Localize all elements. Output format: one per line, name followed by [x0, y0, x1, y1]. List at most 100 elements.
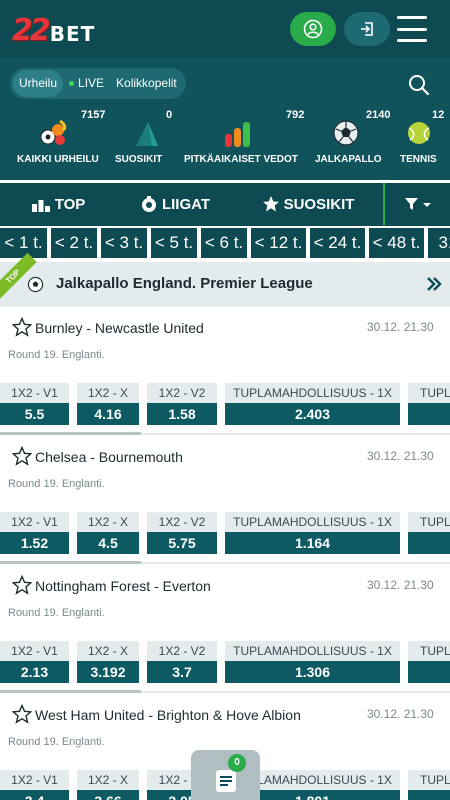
odds-button[interactable]: TUPL — [408, 641, 450, 683]
sport-all[interactable]: 7157 KAIKKI URHEILU — [0, 106, 110, 176]
league-header[interactable]: TOP Jalkapallo England. Premier League — [0, 252, 450, 307]
leagues-icon — [141, 196, 156, 212]
odds-label: 1X2 - V1 — [0, 770, 69, 790]
odds-value: 3.4 — [0, 790, 69, 800]
sport-navigation: Urheilu LIVE Kolikkopelit 7157 KAIKKI UR… — [0, 58, 450, 180]
time-filter-1h[interactable]: < 1 t. — [0, 228, 47, 258]
odds-button[interactable]: 1X2 - X 4.16 — [77, 383, 139, 425]
mode-live-label: LIVE — [78, 76, 105, 90]
mode-sports[interactable]: Urheilu — [13, 70, 64, 97]
football-icon — [27, 276, 44, 293]
league-name: Jalkapallo England. Premier League — [56, 275, 313, 292]
odds-label: TUPLAMAHDOLLISUUS - 1X — [225, 641, 400, 661]
odds-button[interactable]: 1X2 - V13.4 — [0, 770, 69, 800]
odds-button[interactable]: 1X2 - X 3.192 — [77, 641, 139, 683]
event-date: 30.12. 21.30 — [367, 707, 434, 721]
tab-label: TOP — [54, 195, 86, 213]
sport-long-term[interactable]: 792 PITKÄAIKAISET VEDOT — [180, 106, 305, 176]
sport-tennis[interactable]: 12 TENNIS — [390, 106, 450, 176]
odds-button[interactable]: 1X2 - V1 1.52 — [0, 512, 69, 554]
star-outline-icon[interactable] — [12, 704, 32, 724]
tab-favorites[interactable]: SUOSIKIT — [258, 183, 358, 225]
sport-label: JALKAPALLO — [315, 154, 382, 165]
menu-line — [397, 16, 427, 19]
menu-line — [397, 27, 427, 31]
star-outline-icon[interactable] — [12, 575, 32, 595]
event-teams[interactable]: Burnley - Newcastle United — [35, 320, 204, 336]
event-row[interactable]: Nottingham Forest - Everton 30.12. 21.30… — [0, 565, 450, 693]
odds-button[interactable]: TUPLAMAHDOLLISUUS - 1X 1.306 — [225, 641, 400, 683]
odds-label: 1X2 - X — [77, 512, 139, 532]
time-filter-3h[interactable]: < 3 t. — [101, 228, 147, 258]
event-date: 30.12. 21.30 — [367, 578, 434, 592]
odds-label: TUPLAMAHDOLLISUUS - 1X — [225, 383, 400, 403]
football-icon — [333, 120, 359, 146]
event-row[interactable]: Burnley - Newcastle United 30.12. 21.30 … — [0, 307, 450, 435]
time-filter-31[interactable]: 31 — [428, 228, 450, 258]
bet-slip-button[interactable]: 0 — [191, 750, 260, 800]
event-teams[interactable]: Nottingham Forest - Everton — [35, 578, 211, 594]
odds-button[interactable]: TUPLAMAHDOLLISUUS - 1X 2.403 — [225, 383, 400, 425]
logo[interactable]: 22 BET — [12, 10, 95, 50]
odds-button[interactable]: TUPL — [408, 512, 450, 554]
sport-label: SUOSIKIT — [115, 154, 163, 165]
login-button[interactable] — [344, 12, 390, 46]
odds-value: 5.5 — [0, 403, 69, 425]
odds-value — [408, 790, 450, 800]
star-outline-icon[interactable] — [12, 446, 32, 466]
time-filter-5h[interactable]: < 5 t. — [151, 228, 197, 258]
hamburger-icon[interactable] — [397, 16, 427, 42]
slip-line — [220, 780, 232, 782]
odds-button[interactable]: TUPL — [408, 383, 450, 425]
odds-label: 1X2 - V1 — [0, 512, 69, 532]
sport-football[interactable]: 2140 JALKAPALLO — [305, 106, 390, 176]
odds-label: TUPL — [408, 641, 450, 661]
odds-label: 1X2 - X — [77, 641, 139, 661]
slip-line — [220, 784, 228, 786]
event-round: Round 19. Englanti. — [8, 349, 105, 361]
odds-value: 4.5 — [77, 532, 139, 554]
event-teams[interactable]: West Ham United - Brighton & Hove Albion — [35, 707, 301, 723]
time-filter-6h[interactable]: < 6 t. — [201, 228, 247, 258]
event-teams[interactable]: Chelsea - Bournemouth — [35, 449, 183, 465]
odds-button[interactable]: 1X2 - X 4.5 — [77, 512, 139, 554]
star-outline-icon[interactable] — [12, 317, 32, 337]
odds-button[interactable]: 1X2 - V2 3.7 — [147, 641, 217, 683]
odds-value: 3.192 — [77, 661, 139, 683]
odds-value: 1.52 — [0, 532, 69, 554]
odds-label: 1X2 - V2 — [147, 512, 217, 532]
favorites-icon — [136, 122, 158, 146]
odds-button[interactable]: 1X2 - V1 2.13 — [0, 641, 69, 683]
sport-label: PITKÄAIKAISET VEDOT — [184, 154, 298, 165]
time-filter-12h[interactable]: < 12 t. — [251, 228, 306, 258]
odds-button[interactable]: 1X2 - V1 5.5 — [0, 383, 69, 425]
search-icon[interactable] — [406, 72, 432, 98]
mode-casino[interactable]: Kolikkopelit — [110, 70, 183, 97]
user-add-icon — [303, 19, 323, 39]
bet-slip-count: 0 — [228, 754, 246, 772]
logo-text: BET — [49, 22, 96, 46]
register-button[interactable] — [290, 12, 336, 46]
time-filter-48h[interactable]: < 48 t. — [369, 228, 424, 258]
odds-button[interactable]: 1X2 - V2 1.58 — [147, 383, 217, 425]
time-filter-2h[interactable]: < 2 t. — [51, 228, 97, 258]
sport-count: 7157 — [81, 109, 106, 121]
time-filter-24h[interactable]: < 24 t. — [310, 228, 365, 258]
odds-value — [408, 532, 450, 554]
odds-button[interactable]: 1X2 - V2 5.75 — [147, 512, 217, 554]
odds-button[interactable]: TUPL — [408, 770, 450, 800]
tab-leagues[interactable]: LIIGAT — [130, 183, 220, 225]
double-chevron-right-icon[interactable] — [424, 274, 444, 294]
mode-live[interactable]: LIVE — [63, 70, 110, 97]
odds-value — [408, 661, 450, 683]
sport-count: 0 — [166, 109, 173, 121]
odds-button[interactable]: TUPLAMAHDOLLISUUS - 1X 1.164 — [225, 512, 400, 554]
top-header: 22 BET — [0, 0, 450, 58]
event-row[interactable]: Chelsea - Bournemouth 30.12. 21.30 Round… — [0, 436, 450, 564]
odds-button[interactable]: 1X2 - X3.66 — [77, 770, 139, 800]
tennis-icon — [408, 122, 430, 144]
tab-top[interactable]: TOP — [18, 183, 98, 225]
filter-button[interactable] — [383, 183, 450, 225]
star-icon — [262, 196, 279, 212]
sport-favorites[interactable]: 0 SUOSIKIT — [110, 106, 180, 176]
